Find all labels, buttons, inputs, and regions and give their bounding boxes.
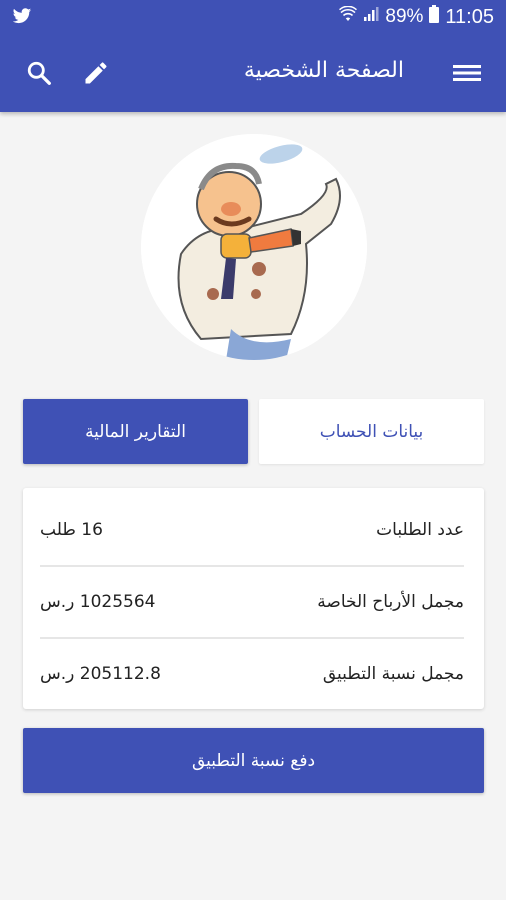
search-icon[interactable] [19,53,59,93]
stat-row-app-commission: 205112.8 ر.س مجمل نسبة التطبيق [40,639,464,709]
stat-value: 205112.8 ر.س [40,664,161,684]
wifi-icon [339,5,358,28]
stat-label: مجمل نسبة التطبيق [322,664,464,684]
stat-label: عدد الطلبات [376,520,464,540]
tab-financial-reports[interactable]: التقارير المالية [23,399,248,464]
app-bar: 89% 11:05 الصفحة الشخصية [0,0,506,112]
tab-label: التقارير المالية [85,421,186,442]
financial-summary-card: 16 طلب عدد الطلبات 1025564 ر.س مجمل الأر… [23,488,484,709]
tab-account-info[interactable]: بيانات الحساب [259,399,484,464]
stat-row-private-profits: 1025564 ر.س مجمل الأرباح الخاصة [40,567,464,637]
edit-icon[interactable] [76,53,116,93]
tab-label: بيانات الحساب [319,421,424,442]
clock: 11:05 [445,5,494,28]
battery-icon [429,5,440,29]
stat-row-orders: 16 طلب عدد الطلبات [40,495,464,565]
stat-label: مجمل الأرباح الخاصة [317,592,464,612]
toolbar: الصفحة الشخصية [0,34,506,112]
stat-value: 1025564 ر.س [40,592,156,612]
menu-icon[interactable] [447,53,487,93]
barber-cartoon-image [141,134,367,360]
stat-value: 16 طلب [40,520,103,540]
signal-icon [363,6,379,28]
page-title: الصفحة الشخصية [243,58,404,83]
profile-avatar[interactable] [141,134,367,360]
pay-commission-button[interactable]: دفع نسبة التطبيق [23,728,484,793]
battery-percent: 89% [385,6,424,27]
pay-commission-label: دفع نسبة التطبيق [191,750,316,771]
twitter-icon [12,8,32,29]
status-bar: 89% 11:05 [0,0,506,34]
